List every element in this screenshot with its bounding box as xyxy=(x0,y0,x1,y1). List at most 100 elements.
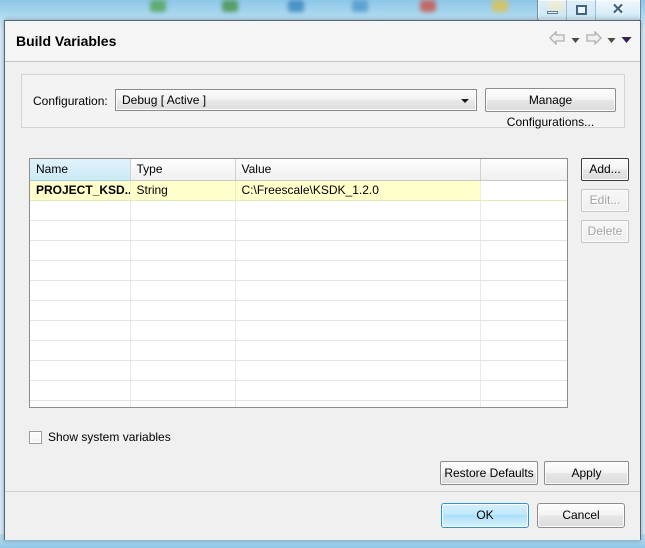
delete-variable-button[interactable]: Delete xyxy=(581,220,629,243)
restore-defaults-button[interactable]: Restore Defaults xyxy=(440,461,538,485)
restore-button[interactable] xyxy=(567,0,596,20)
cell-type xyxy=(130,340,236,361)
build-variables-dialog: Build Variables Configuration: Debug [A… xyxy=(4,20,641,540)
cell-name xyxy=(30,220,131,241)
cell-extra xyxy=(480,320,567,341)
column-header-value[interactable]: Value xyxy=(235,159,481,181)
cancel-button[interactable]: Cancel xyxy=(537,503,625,528)
forward-arrow-icon[interactable] xyxy=(585,30,602,48)
cell-type xyxy=(130,220,236,241)
cell-extra xyxy=(480,300,567,321)
column-header-extra[interactable] xyxy=(480,159,567,181)
back-dropdown-caret-icon[interactable] xyxy=(571,33,580,47)
table-row-empty[interactable] xyxy=(30,260,567,281)
cell-type xyxy=(130,320,236,341)
cell-value xyxy=(235,400,481,407)
checkbox-box xyxy=(29,430,42,444)
cell-extra xyxy=(480,280,567,301)
cell-name xyxy=(30,260,131,281)
page-title: Build Variables xyxy=(16,33,117,49)
cell-value xyxy=(235,260,481,281)
add-variable-button[interactable]: Add... xyxy=(581,158,629,181)
cell-type xyxy=(130,400,236,407)
table-row-empty[interactable] xyxy=(30,400,567,407)
ok-button[interactable]: OK xyxy=(441,503,529,528)
edit-variable-button[interactable]: Edit... xyxy=(581,189,629,212)
column-header-type[interactable]: Type xyxy=(130,159,236,181)
manage-configurations-button[interactable]: Manage Configurations... xyxy=(485,88,616,129)
header-navigation xyxy=(549,30,632,48)
cell-extra xyxy=(480,240,567,261)
cell-value xyxy=(235,300,481,321)
cell-name xyxy=(30,300,131,321)
table-row-empty[interactable] xyxy=(30,320,567,341)
minimize-icon xyxy=(547,11,558,14)
table-row-empty[interactable] xyxy=(30,340,567,361)
cell-name: PROJECT_KSD... xyxy=(30,180,131,201)
menu-dropdown-caret-icon[interactable] xyxy=(621,33,632,47)
window-controls: ✕ xyxy=(537,0,641,21)
cell-value xyxy=(235,220,481,241)
cell-extra xyxy=(480,380,567,401)
table-row-empty[interactable] xyxy=(30,200,567,221)
configuration-label: Configuration: xyxy=(33,94,108,108)
cell-name xyxy=(30,400,131,407)
cell-extra xyxy=(480,340,567,361)
table-row-empty[interactable] xyxy=(30,380,567,401)
table-row-empty[interactable] xyxy=(30,300,567,321)
configuration-group: Configuration: Debug [ Active ] Manage C… xyxy=(21,74,625,129)
table-header-row: Name Type Value xyxy=(30,159,567,181)
cell-type xyxy=(130,240,236,261)
build-variables-table[interactable]: Name Type Value PROJECT_KSD... String C:\F… xyxy=(29,158,568,408)
cell-extra xyxy=(480,360,567,381)
close-button[interactable]: ✕ xyxy=(596,0,640,20)
minimize-button[interactable] xyxy=(538,0,567,20)
configuration-select[interactable]: Debug [ Active ] xyxy=(115,89,477,111)
table-body: PROJECT_KSD... String C:\Freescale\KSDK_1.… xyxy=(30,180,567,407)
cell-value: C:\Freescale\KSDK_1.2.0 xyxy=(235,180,481,201)
cell-name xyxy=(30,380,131,401)
cell-type xyxy=(130,300,236,321)
cell-value xyxy=(235,380,481,401)
chevron-down-icon xyxy=(461,99,469,103)
table-row-empty[interactable] xyxy=(30,360,567,381)
back-arrow-icon[interactable] xyxy=(549,30,566,48)
cell-extra xyxy=(480,260,567,281)
cell-name xyxy=(30,200,131,221)
cell-extra xyxy=(480,220,567,241)
cell-extra xyxy=(480,200,567,221)
cell-value xyxy=(235,320,481,341)
cell-name xyxy=(30,280,131,301)
cell-value xyxy=(235,240,481,261)
cell-value xyxy=(235,360,481,381)
cell-extra xyxy=(480,400,567,407)
cell-value xyxy=(235,280,481,301)
cell-extra xyxy=(480,180,567,201)
close-icon: ✕ xyxy=(611,1,625,18)
dialog-header: Build Variables xyxy=(5,21,640,62)
table-row-empty[interactable] xyxy=(30,240,567,261)
column-header-name[interactable]: Name xyxy=(30,159,131,181)
cell-type xyxy=(130,200,236,221)
cell-name xyxy=(30,360,131,381)
dialog-footer: OK Cancel xyxy=(5,492,640,540)
configuration-selected-value: Debug [ Active ] xyxy=(122,93,207,107)
forward-dropdown-caret-icon[interactable] xyxy=(607,33,616,47)
cell-value xyxy=(235,340,481,361)
cell-name xyxy=(30,320,131,341)
cell-type: String xyxy=(130,180,236,201)
restore-icon xyxy=(576,5,587,15)
cell-type xyxy=(130,280,236,301)
cell-type xyxy=(130,360,236,381)
table-row-empty[interactable] xyxy=(30,280,567,301)
show-system-variables-label: Show system variables xyxy=(48,430,171,444)
table-row[interactable]: PROJECT_KSD... String C:\Freescale\KSDK_1.… xyxy=(30,180,567,201)
show-system-variables-checkbox[interactable]: Show system variables xyxy=(29,430,171,444)
cell-name xyxy=(30,340,131,361)
cell-name xyxy=(30,240,131,261)
apply-button[interactable]: Apply xyxy=(544,461,629,485)
cell-type xyxy=(130,260,236,281)
cell-type xyxy=(130,380,236,401)
cell-value xyxy=(235,200,481,221)
table-row-empty[interactable] xyxy=(30,220,567,241)
